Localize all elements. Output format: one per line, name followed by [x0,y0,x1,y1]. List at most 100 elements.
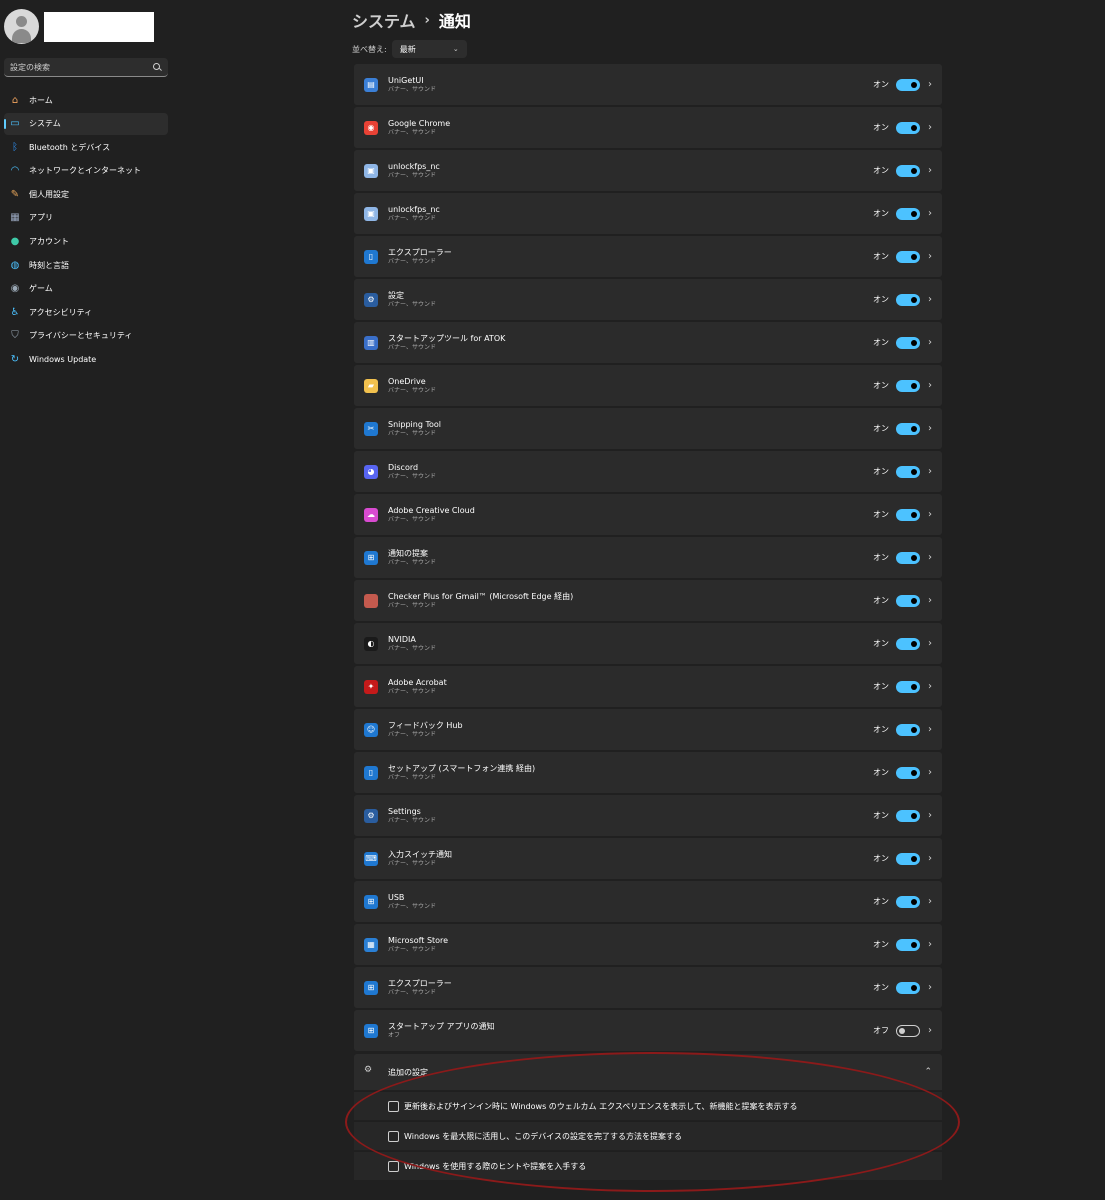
app-row[interactable]: ☁ Adobe Creative Cloud バナー、サウンド オン › [354,494,942,535]
chevron-right-icon[interactable]: › [928,853,932,864]
avatar[interactable] [4,9,39,44]
sidebar-item-11[interactable]: ↻ Windows Update [4,349,168,371]
chevron-right-icon[interactable]: › [928,896,932,907]
notification-toggle[interactable] [896,508,920,521]
sidebar-item-0[interactable]: ⌂ ホーム [4,89,168,111]
sidebar-item-9[interactable]: ♿ アクセシビリティ [4,301,168,323]
app-row[interactable]: ▣ unlockfps_nc バナー、サウンド オン › [354,193,942,234]
chevron-right-icon[interactable]: › [928,79,932,90]
app-row[interactable]: ⚙ 設定 バナー、サウンド オン › [354,279,942,320]
notification-toggle[interactable] [896,637,920,650]
notification-toggle[interactable] [896,723,920,736]
toggle-state-label: オン [873,854,889,863]
app-name: フィードバック Hub [388,720,463,730]
chevron-right-icon[interactable]: › [928,638,932,649]
chevron-right-icon[interactable]: › [928,466,932,477]
notification-toggle[interactable] [896,680,920,693]
checkbox[interactable] [388,1100,399,1112]
chevron-right-icon[interactable]: › [928,982,932,993]
sidebar-item-8[interactable]: ◉ ゲーム [4,278,168,300]
additional-settings-header[interactable]: ⚙ 追加の設定 ⌃ [354,1054,942,1090]
notification-toggle[interactable] [896,336,920,349]
search-input[interactable]: 設定の検索 [4,58,168,77]
app-row[interactable]: ⚙ Settings バナー、サウンド オン › [354,795,942,836]
app-text: Discord バナー、サウンド [388,463,873,481]
sidebar-item-6[interactable]: ● アカウント [4,231,168,253]
app-row[interactable]: ▤ UniGetUI バナー、サウンド オン › [354,64,942,105]
chevron-right-icon[interactable]: › [928,681,932,692]
chevron-right-icon[interactable]: › [928,552,932,563]
app-row[interactable]: ▣ unlockfps_nc バナー、サウンド オン › [354,150,942,191]
notification-toggle[interactable] [896,594,920,607]
notification-toggle[interactable] [896,766,920,779]
app-row[interactable]: ✂ Snipping Tool バナー、サウンド オン › [354,408,942,449]
profile[interactable] [4,9,39,44]
app-row[interactable]: Checker Plus for Gmail™ (Microsoft Edge … [354,580,942,621]
chevron-right-icon[interactable]: › [928,767,932,778]
notification-toggle[interactable] [896,465,920,478]
checkbox[interactable] [388,1160,399,1172]
app-row[interactable]: ☺ フィードバック Hub バナー、サウンド オン › [354,709,942,750]
sidebar-item-4[interactable]: ✎ 個人用設定 [4,183,168,205]
chevron-right-icon[interactable]: › [928,423,932,434]
sidebar-item-10[interactable]: ⛉ プライバシーとセキュリティ [4,325,168,347]
checkbox-label[interactable]: Windows を最大限に活用し、このデバイスの設定を完了する方法を提案する [404,1131,682,1142]
sidebar-item-5[interactable]: ▦ アプリ [4,207,168,229]
notification-toggle[interactable] [896,551,920,564]
sidebar-item-2[interactable]: ᛒ Bluetooth とデバイス [4,136,168,158]
checkbox-label[interactable]: 更新後およびサインイン時に Windows のウェルカム エクスペリエンスを表示… [404,1101,798,1112]
chevron-right-icon[interactable]: › [928,939,932,950]
checkbox-label[interactable]: Windows を使用する際のヒントや提案を入手する [404,1161,586,1172]
chevron-up-icon[interactable]: ⌃ [924,1067,932,1077]
notification-toggle[interactable] [896,379,920,392]
breadcrumb-system[interactable]: システム [352,8,416,32]
sidebar-item-3[interactable]: ◠ ネットワークとインターネット [4,160,168,182]
app-row[interactable]: ▥ スタートアップツール for ATOK バナー、サウンド オン › [354,322,942,363]
notification-toggle[interactable] [896,293,920,306]
checkbox[interactable] [388,1130,399,1142]
sidebar-item-7[interactable]: ◍ 時刻と言語 [4,254,168,276]
notification-toggle[interactable] [896,938,920,951]
app-row[interactable]: ⊞ USB バナー、サウンド オン › [354,881,942,922]
chevron-right-icon[interactable]: › [928,165,932,176]
breadcrumb: システム › 通知 [352,8,471,32]
notification-toggle[interactable] [896,250,920,263]
app-row[interactable]: ◉ Google Chrome バナー、サウンド オン › [354,107,942,148]
notification-toggle[interactable] [896,981,920,994]
chevron-right-icon[interactable]: › [928,724,932,735]
notification-toggle[interactable] [896,809,920,822]
sidebar-item-1[interactable]: ▭ システム [4,112,168,135]
notification-toggle[interactable] [896,852,920,865]
notification-toggle[interactable] [896,121,920,134]
app-row[interactable]: ✦ Adobe Acrobat バナー、サウンド オン › [354,666,942,707]
notification-toggle[interactable] [896,207,920,220]
app-row[interactable]: ⌨ 入力スイッチ通知 バナー、サウンド オン › [354,838,942,879]
sort-dropdown[interactable]: 最新 ⌄ [391,40,467,58]
chevron-right-icon[interactable]: › [928,122,932,133]
app-row[interactable]: ⊞ エクスプローラー バナー、サウンド オン › [354,967,942,1008]
chevron-right-icon[interactable]: › [928,294,932,305]
chevron-right-icon[interactable]: › [928,380,932,391]
chevron-right-icon[interactable]: › [928,337,932,348]
chevron-right-icon[interactable]: › [928,251,932,262]
app-row[interactable]: ▦ Microsoft Store バナー、サウンド オン › [354,924,942,965]
chevron-right-icon[interactable]: › [928,810,932,821]
notification-toggle[interactable] [896,895,920,908]
chevron-right-icon[interactable]: › [928,208,932,219]
app-name: NVIDIA [388,634,416,644]
notification-toggle[interactable] [896,422,920,435]
app-row[interactable]: ▯ セットアップ (スマートフォン連携 経由) バナー、サウンド オン › [354,752,942,793]
app-row[interactable]: ▰ OneDrive バナー、サウンド オン › [354,365,942,406]
app-row[interactable]: ◕ Discord バナー、サウンド オン › [354,451,942,492]
app-row[interactable]: ⊞ 通知の提案 バナー、サウンド オン › [354,537,942,578]
app-text: 設定 バナー、サウンド [388,291,873,309]
notification-toggle[interactable] [896,1024,920,1037]
app-row[interactable]: ▯ エクスプローラー バナー、サウンド オン › [354,236,942,277]
chevron-right-icon[interactable]: › [928,595,932,606]
app-row[interactable]: ◐ NVIDIA バナー、サウンド オン › [354,623,942,664]
chevron-right-icon[interactable]: › [928,509,932,520]
notification-toggle[interactable] [896,78,920,91]
notification-toggle[interactable] [896,164,920,177]
chevron-right-icon[interactable]: › [928,1025,932,1036]
app-row[interactable]: ⊞ スタートアップ アプリの通知 オフ オフ › [354,1010,942,1051]
